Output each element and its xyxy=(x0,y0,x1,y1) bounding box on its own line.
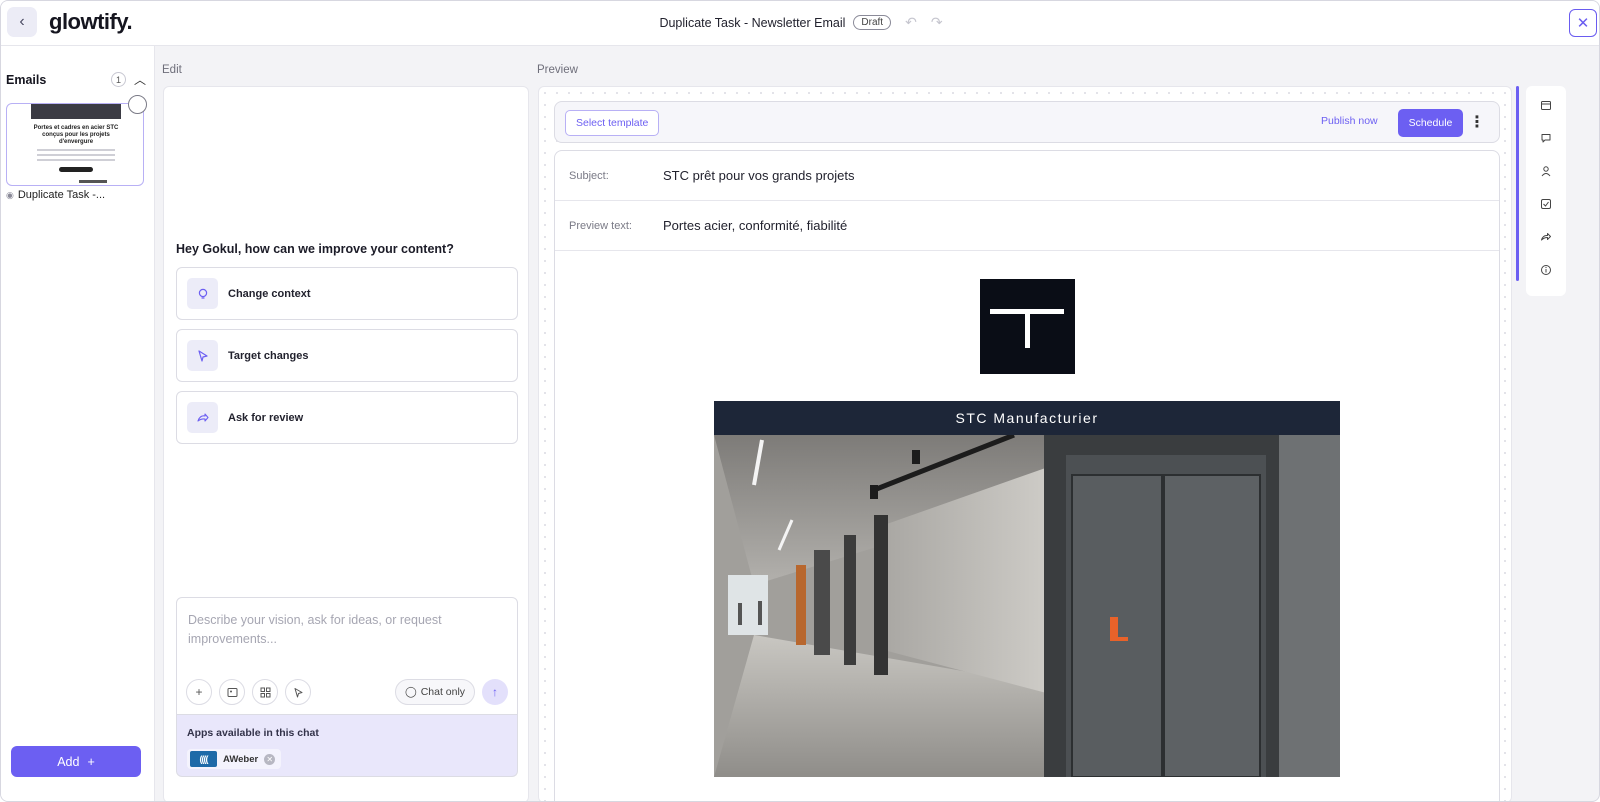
ask-for-review-label: Ask for review xyxy=(228,411,304,424)
thumbnail-heading: Portes et cadres en acier STC conçus pou… xyxy=(33,125,119,145)
change-context-label: Change context xyxy=(228,287,311,300)
chat-only-label: Chat only xyxy=(420,686,466,698)
emails-sidebar: Emails 1 ︿ Portes et cadres en acier STC… xyxy=(1,46,155,801)
preview-panel: Select template Publish now Schedule ⋮ S… xyxy=(538,86,1512,801)
checkbox-icon[interactable] xyxy=(1537,195,1555,213)
emails-header: Emails 1 ︿ xyxy=(6,71,146,88)
close-icon: ✕ xyxy=(1576,15,1590,32)
preview-scroll-indicator[interactable] xyxy=(1516,86,1519,281)
top-bar: ‹ glowtify. Duplicate Task - Newsletter … xyxy=(1,1,1599,46)
apps-panel: Apps available in this chat (((( AWeber … xyxy=(176,715,518,777)
chat-input[interactable]: Describe your vision, ask for ideas, or … xyxy=(188,611,488,649)
thumbnail-button xyxy=(59,167,93,172)
emails-count-badge: 1 xyxy=(110,72,126,87)
preview-section-label: Preview xyxy=(537,64,578,76)
comment-icon[interactable] xyxy=(1537,129,1555,147)
thumbnail-body-lines xyxy=(37,149,115,164)
chat-composer[interactable]: Describe your vision, ask for ideas, or … xyxy=(176,597,518,715)
cursor-icon[interactable] xyxy=(285,679,311,705)
email-select-radio[interactable] xyxy=(128,95,147,114)
subject-value[interactable]: STC prêt pour vos grands projets xyxy=(663,168,854,183)
eye-icon: ◉ xyxy=(6,189,14,200)
share-icon xyxy=(187,402,218,433)
preview-text-label: Preview text: xyxy=(569,219,632,232)
preview-toolbar: Select template Publish now Schedule ⋮ xyxy=(554,101,1500,143)
lightbulb-icon xyxy=(187,278,218,309)
chat-bubble-icon: ◯ xyxy=(404,686,417,698)
grid-icon[interactable] xyxy=(252,679,278,705)
image-icon[interactable] xyxy=(219,679,245,705)
preview-text-row[interactable]: Preview text: Portes acier, conformité, … xyxy=(555,201,1499,251)
subject-label: Subject: xyxy=(569,169,609,182)
edit-panel: Hey Gokul, how can we improve your conte… xyxy=(163,86,529,801)
chevron-up-icon[interactable]: ︿ xyxy=(134,71,146,88)
email-item-caption[interactable]: ◉ Duplicate Task -... xyxy=(6,189,105,201)
plus-icon[interactable]: + xyxy=(186,679,212,705)
edit-section-label: Edit xyxy=(162,64,182,76)
share-icon[interactable] xyxy=(1537,228,1555,246)
arrow-up-icon: ↑ xyxy=(492,685,498,699)
preview-text-value[interactable]: Portes acier, conformité, fiabilité xyxy=(663,218,847,233)
email-item-label: Duplicate Task -... xyxy=(17,189,106,201)
app-window: ‹ glowtify. Duplicate Task - Newsletter … xyxy=(0,0,1600,802)
aweber-logo-icon: (((( xyxy=(190,751,217,767)
app-chip-aweber[interactable]: (((( AWeber ✕ xyxy=(187,749,282,769)
change-context-button[interactable]: Change context xyxy=(176,267,518,320)
apps-label: Apps available in this chat xyxy=(187,727,319,739)
thumbnail-footer xyxy=(79,180,107,183)
add-button-label: Add xyxy=(57,754,80,769)
target-changes-button[interactable]: Target changes xyxy=(176,329,518,382)
remove-app-icon[interactable]: ✕ xyxy=(264,753,276,765)
plus-icon: + xyxy=(87,754,95,769)
calendar-icon[interactable] xyxy=(1537,96,1555,114)
page-title: Duplicate Task - Newsletter Email xyxy=(659,15,846,30)
more-vertical-icon[interactable]: ⋮ xyxy=(1469,112,1485,132)
redo-icon[interactable]: ↷ xyxy=(931,14,943,31)
email-thumbnail[interactable]: Portes et cadres en acier STC conçus pou… xyxy=(6,103,144,186)
schedule-button[interactable]: Schedule xyxy=(1398,109,1463,137)
title-area: Duplicate Task - Newsletter Email Draft … xyxy=(1,14,1599,31)
assistant-greeting: Hey Gokul, how can we improve your conte… xyxy=(176,242,454,256)
subject-row[interactable]: Subject: STC prêt pour vos grands projet… xyxy=(555,151,1499,201)
email-banner: STC Manufacturier xyxy=(714,401,1340,435)
select-template-button[interactable]: Select template xyxy=(565,110,660,136)
brand-logo xyxy=(980,279,1075,374)
add-email-button[interactable]: Add + xyxy=(11,746,141,777)
chat-only-toggle[interactable]: ◯ Chat only xyxy=(395,679,475,705)
undo-icon[interactable]: ↶ xyxy=(905,14,917,31)
close-button[interactable]: ✕ xyxy=(1569,9,1597,37)
app-name: AWeber xyxy=(223,753,259,765)
emails-section-label: Emails xyxy=(6,72,47,87)
send-button[interactable]: ↑ xyxy=(482,679,508,705)
info-icon[interactable] xyxy=(1537,261,1555,279)
ask-for-review-button[interactable]: Ask for review xyxy=(176,391,518,444)
publish-now-button[interactable]: Publish now xyxy=(1321,115,1378,127)
thumbnail-header-image xyxy=(31,104,121,119)
cursor-icon xyxy=(187,340,218,371)
user-icon[interactable] xyxy=(1537,162,1555,180)
hero-image xyxy=(714,435,1340,777)
email-preview: Subject: STC prêt pour vos grands projet… xyxy=(554,150,1500,801)
target-changes-label: Target changes xyxy=(228,349,309,362)
right-toolbar xyxy=(1526,86,1566,296)
status-badge: Draft xyxy=(853,15,892,30)
